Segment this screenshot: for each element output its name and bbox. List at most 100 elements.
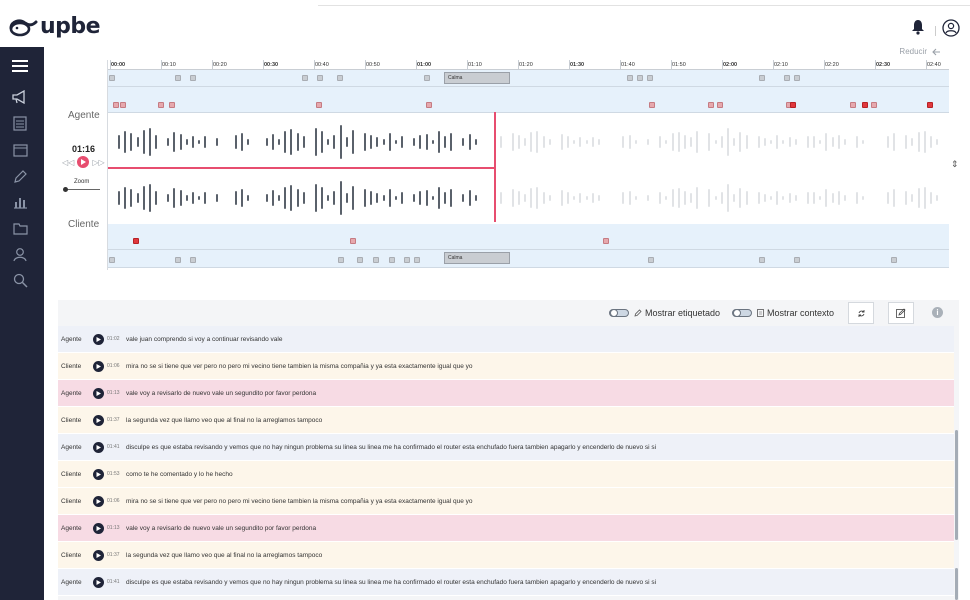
event-marker[interactable] [759,257,765,263]
event-marker[interactable] [649,102,655,108]
event-marker[interactable] [109,75,115,81]
event-marker[interactable] [357,257,363,263]
transcript-row[interactable]: Cliente 01:37 la segunda vez que llamo veo… [58,542,954,569]
event-marker[interactable] [302,75,308,81]
event-marker[interactable] [175,257,181,263]
scrollbar-thumb-lower[interactable] [955,568,958,600]
event-marker[interactable] [316,102,322,108]
event-marker[interactable] [175,75,181,81]
event-marker[interactable] [794,75,800,81]
event-marker[interactable] [627,75,633,81]
emotion-segment-client[interactable]: Calma [444,252,510,264]
event-marker[interactable] [317,75,323,81]
event-marker[interactable] [648,257,654,263]
search-icon[interactable] [11,271,29,289]
client-events-lane[interactable]: Calma [108,250,949,268]
event-marker[interactable] [784,75,790,81]
user-profile-icon[interactable] [942,19,960,42]
reduce-button[interactable]: Reducir [899,47,941,56]
timeline-tracks[interactable]: 00:00 00:10 00:20 00:30 00:40 00:50 01:00 01:10… [107,60,949,270]
play-segment-button[interactable] [93,441,104,453]
transcript-row[interactable]: Agente 01:13 vale voy a revisarlo de nuevo… [58,515,954,542]
transcript-row[interactable]: Cliente 01:37 la segunda vez que llamo veo… [58,407,954,434]
event-marker[interactable] [158,102,164,108]
play-segment-button[interactable] [93,414,104,426]
zoom-slider-handle[interactable] [63,187,68,192]
folder-icon[interactable] [11,219,29,237]
zoom-slider[interactable] [65,189,100,190]
play-segment-button[interactable] [93,549,104,561]
list-document-icon[interactable] [11,114,29,132]
resize-handle-icon[interactable]: ⇕ [951,159,959,170]
event-marker[interactable] [794,257,800,263]
fast-forward-icon[interactable]: ▷▷ [92,158,104,167]
agent-waveform[interactable] [108,114,949,170]
window-icon[interactable] [11,141,29,159]
pencil-icon[interactable] [11,167,29,185]
event-marker[interactable] [120,102,126,108]
event-marker[interactable] [708,102,714,108]
event-marker[interactable] [404,257,410,263]
transcript-row[interactable]: Cliente 01:06 mira no se si tiene que ver … [58,353,954,380]
bar-chart-icon[interactable] [11,193,29,211]
notifications-bell-icon[interactable] [911,19,925,40]
play-segment-button[interactable] [93,576,104,588]
event-marker[interactable] [373,257,379,263]
event-marker[interactable] [717,102,723,108]
playhead[interactable] [494,112,496,222]
play-segment-button[interactable] [93,387,104,399]
show-context-toggle[interactable] [732,309,752,317]
sync-button[interactable] [848,302,874,324]
event-marker[interactable] [350,238,356,244]
event-marker[interactable] [603,238,609,244]
show-tagged-toggle[interactable] [609,309,629,317]
user-icon[interactable] [11,245,29,263]
event-marker[interactable] [790,102,796,108]
event-marker[interactable] [414,257,420,263]
event-marker[interactable] [637,75,643,81]
event-marker[interactable] [338,257,344,263]
megaphone-icon[interactable] [11,88,29,106]
event-marker[interactable] [169,102,175,108]
event-marker[interactable] [891,257,897,263]
transcript-row[interactable]: Cliente 01:06 mira no se si tiene que ver … [58,488,954,515]
agent-markers-lane[interactable] [108,87,949,113]
transcript-row[interactable]: Agente 01:13 vale voy a revisarlo de nuevo… [58,380,954,407]
event-marker[interactable] [647,75,653,81]
event-marker[interactable] [871,102,877,108]
show-tagged-option[interactable]: Mostrar etiquetado [634,308,720,318]
event-marker[interactable] [109,257,115,263]
play-segment-button[interactable] [93,360,104,372]
event-marker[interactable] [424,75,430,81]
play-segment-button[interactable] [93,495,104,507]
client-markers-lane[interactable] [108,224,949,250]
transcript-row[interactable]: Agente 01:02 vale juan comprendo si voy a … [58,326,954,353]
client-waveform[interactable] [108,170,949,226]
hamburger-menu-icon[interactable] [11,57,29,75]
play-button[interactable] [77,156,90,168]
event-marker[interactable] [133,238,139,244]
transcript-row[interactable]: Agente 01:41 disculpe es que estaba revisa… [58,434,954,461]
show-context-option[interactable]: Mostrar contexto [757,308,834,318]
edit-button[interactable] [888,302,914,324]
emotion-segment-agent[interactable]: Calma [444,72,510,84]
event-marker[interactable] [190,75,196,81]
event-marker[interactable] [850,102,856,108]
event-marker[interactable] [426,102,432,108]
scrollbar-thumb[interactable] [955,430,958,540]
event-marker[interactable] [337,75,343,81]
event-marker[interactable] [927,102,933,108]
play-segment-button[interactable] [93,522,104,534]
info-icon[interactable]: i [932,307,943,318]
app-logo[interactable]: upbe [8,14,101,39]
event-marker[interactable] [113,102,119,108]
event-marker[interactable] [862,102,868,108]
transcript-row[interactable]: Agente 01:41 disculpe es que estaba revisa… [58,569,954,596]
agent-events-lane[interactable]: Calma [108,70,949,87]
transcript-row[interactable]: Cliente 01:53 como te he comentado y lo he… [58,461,954,488]
event-marker[interactable] [190,257,196,263]
play-segment-button[interactable] [93,468,104,480]
event-marker[interactable] [389,257,395,263]
event-marker[interactable] [759,75,765,81]
play-segment-button[interactable] [93,333,104,345]
